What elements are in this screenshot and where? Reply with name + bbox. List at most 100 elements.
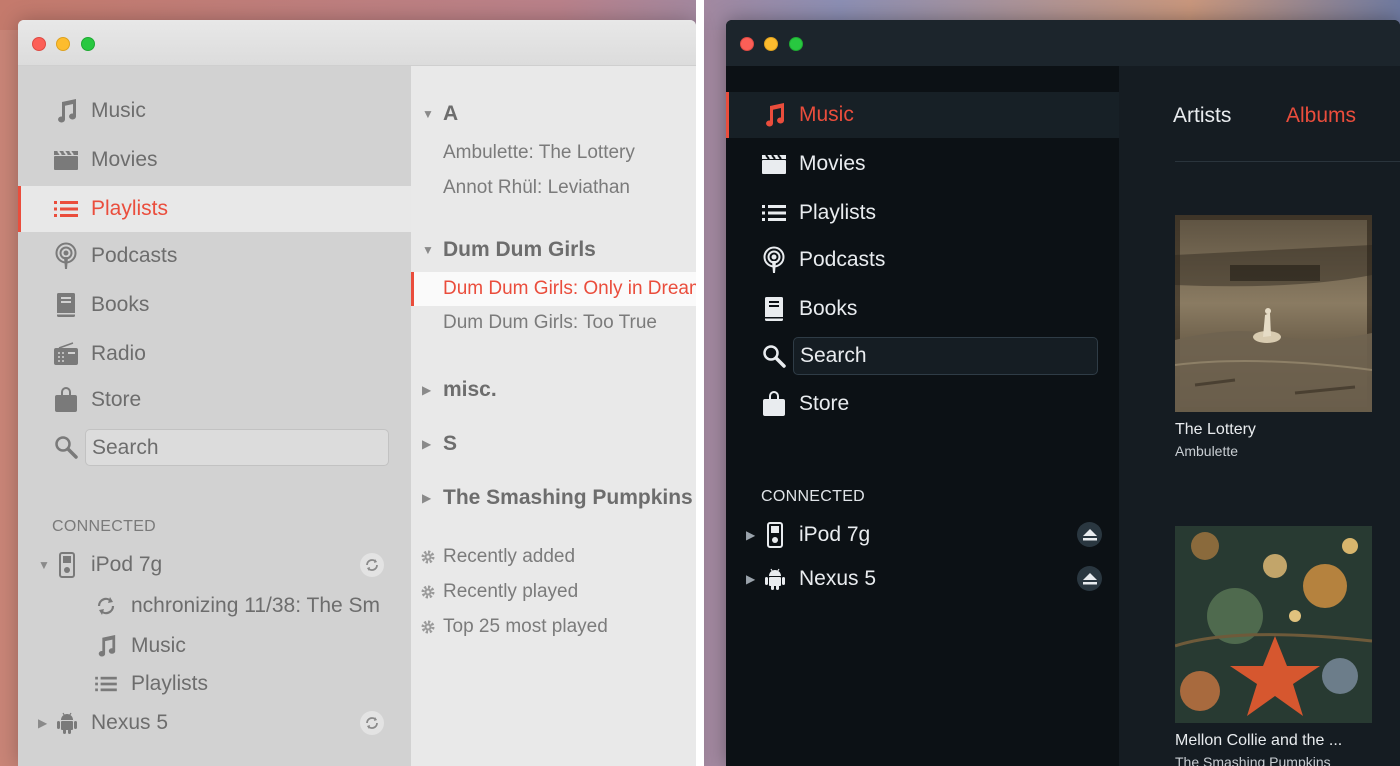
close-button[interactable] — [740, 37, 754, 51]
sidebar-item-label: Books — [91, 293, 150, 316]
sync-status-text: nchronizing 11/38: The Sm — [131, 594, 381, 617]
clapperboard-icon — [760, 150, 788, 178]
gear-icon — [419, 548, 437, 566]
playlist-group-s[interactable]: ▶ S — [411, 427, 696, 461]
close-button[interactable] — [32, 37, 46, 51]
sync-button[interactable] — [360, 553, 384, 577]
sidebar-item-store[interactable]: Store — [726, 381, 1119, 427]
sidebar-item-podcasts[interactable]: Podcasts — [18, 233, 411, 279]
sync-button[interactable] — [360, 711, 384, 735]
disclosure-triangle-collapsed-icon[interactable]: ▶ — [746, 572, 755, 586]
sidebar-item-podcasts[interactable]: Podcasts — [726, 237, 1119, 283]
album-cover[interactable] — [1175, 215, 1372, 412]
disclosure-triangle-expanded-icon[interactable]: ▼ — [422, 107, 434, 121]
disclosure-triangle-expanded-icon[interactable]: ▼ — [38, 558, 50, 572]
music-note-icon — [52, 97, 80, 125]
device-ipod[interactable]: ▶ iPod 7g — [726, 515, 1119, 555]
sidebar-item-store[interactable]: Store — [18, 377, 411, 423]
minimize-button[interactable] — [764, 37, 778, 51]
album-card[interactable]: The Lottery Ambulette — [1175, 215, 1372, 459]
device-nexus[interactable]: ▶ Nexus 5 — [726, 559, 1119, 599]
sidebar-item-label: Movies — [799, 152, 866, 175]
sidebar-item-label: Music — [91, 99, 146, 122]
smart-playlist-item[interactable]: Top 25 most played — [411, 611, 696, 643]
sidebar-item-movies[interactable]: Movies — [726, 141, 1119, 187]
group-label: Dum Dum Girls — [443, 238, 596, 261]
group-label: S — [443, 432, 458, 455]
sidebar-item-music[interactable]: Music — [726, 92, 1119, 138]
search-icon[interactable] — [52, 433, 80, 461]
podcast-icon — [52, 242, 80, 270]
disclosure-triangle-collapsed-icon[interactable]: ▶ — [422, 491, 431, 505]
sidebar-item-radio[interactable]: Radio — [18, 331, 411, 377]
playlist-item[interactable]: Dum Dum Girls: Too True — [411, 306, 696, 340]
dark-window: Music Movies Playlists Podcasts Books Se… — [726, 20, 1400, 766]
device-name: Nexus 5 — [799, 567, 877, 590]
book-icon — [760, 295, 788, 323]
playlist-item-selected[interactable]: Dum Dum Girls: Only in Dreams — [411, 272, 696, 306]
sidebar-item-playlists[interactable]: Playlists — [726, 190, 1119, 236]
connected-section-label: CONNECTED — [52, 518, 157, 535]
search-input[interactable]: Search — [85, 429, 389, 466]
clapperboard-icon — [52, 146, 80, 174]
sidebar-item-movies[interactable]: Movies — [18, 137, 411, 183]
album-cover[interactable] — [1175, 526, 1372, 723]
disclosure-triangle-collapsed-icon[interactable]: ▶ — [422, 437, 431, 451]
gear-icon — [419, 583, 437, 601]
disclosure-triangle-collapsed-icon[interactable]: ▶ — [38, 716, 47, 730]
album-artist: The Smashing Pumpkins — [1175, 754, 1331, 766]
list-icon — [760, 199, 788, 227]
ipod-icon — [54, 551, 80, 579]
sidebar-item-label: Podcasts — [799, 248, 886, 271]
sidebar-item-playlists[interactable]: Playlists — [18, 186, 411, 232]
sidebar-item-music[interactable]: Music — [18, 88, 411, 134]
playlist-group-dum-dum-girls[interactable]: ▼ Dum Dum Girls — [411, 233, 696, 267]
music-note-icon — [93, 633, 119, 659]
tab-artists[interactable]: Artists — [1173, 104, 1231, 128]
sidebar-item-books[interactable]: Books — [726, 286, 1119, 332]
disclosure-triangle-collapsed-icon[interactable]: ▶ — [422, 383, 431, 397]
group-label: The Smashing Pumpkins — [443, 486, 693, 509]
list-icon — [93, 671, 119, 697]
playlist-group-a[interactable]: ▼ A — [411, 97, 696, 131]
smart-playlist-item[interactable]: Recently played — [411, 576, 696, 608]
sync-icon — [366, 559, 378, 571]
title-bar[interactable] — [18, 20, 696, 66]
playlist-group-smashing-pumpkins[interactable]: ▶ The Smashing Pumpkins — [411, 481, 696, 515]
album-card[interactable]: Mellon Collie and the ... The Smashing P… — [1175, 526, 1372, 766]
smart-playlist-item[interactable]: Recently added — [411, 541, 696, 573]
sidebar-item-label: Store — [91, 388, 142, 411]
disclosure-triangle-collapsed-icon[interactable]: ▶ — [746, 528, 755, 542]
minimize-button[interactable] — [56, 37, 70, 51]
playlist-item[interactable]: Ambulette: The Lottery — [411, 136, 696, 170]
title-bar[interactable] — [726, 20, 1400, 66]
music-note-icon — [760, 101, 788, 129]
search-input[interactable]: Search — [793, 337, 1098, 375]
eject-button[interactable] — [1077, 522, 1102, 547]
sync-status: nchronizing 11/38: The Sm — [93, 588, 393, 624]
device-name: iPod 7g — [799, 523, 871, 546]
sidebar-item-label: Movies — [91, 148, 158, 171]
search-icon[interactable] — [760, 342, 788, 370]
group-label: A — [443, 102, 459, 125]
eject-button[interactable] — [1077, 566, 1102, 591]
zoom-button[interactable] — [789, 37, 803, 51]
device-subitem-label: Playlists — [131, 672, 209, 695]
device-name: Nexus 5 — [91, 711, 169, 734]
smart-playlist-label: Top 25 most played — [443, 616, 608, 637]
playlist-group-misc[interactable]: ▶ misc. — [411, 373, 696, 407]
tab-albums[interactable]: Albums — [1286, 104, 1356, 128]
podcast-icon — [760, 246, 788, 274]
sidebar: Music Movies Playlists Podcasts Books — [726, 66, 1119, 766]
device-ipod[interactable]: ▼ iPod 7g — [18, 545, 411, 585]
group-label: misc. — [443, 378, 497, 401]
eject-icon — [1082, 572, 1097, 584]
playlist-item[interactable]: Annot Rhül: Leviathan — [411, 171, 696, 205]
device-subitem-playlists[interactable]: Playlists — [93, 666, 208, 702]
device-subitem-music[interactable]: Music — [93, 628, 186, 664]
device-nexus[interactable]: ▶ Nexus 5 — [18, 703, 411, 743]
sidebar-item-label: Store — [799, 392, 850, 415]
disclosure-triangle-expanded-icon[interactable]: ▼ — [422, 243, 434, 257]
zoom-button[interactable] — [81, 37, 95, 51]
sidebar-item-books[interactable]: Books — [18, 282, 411, 328]
